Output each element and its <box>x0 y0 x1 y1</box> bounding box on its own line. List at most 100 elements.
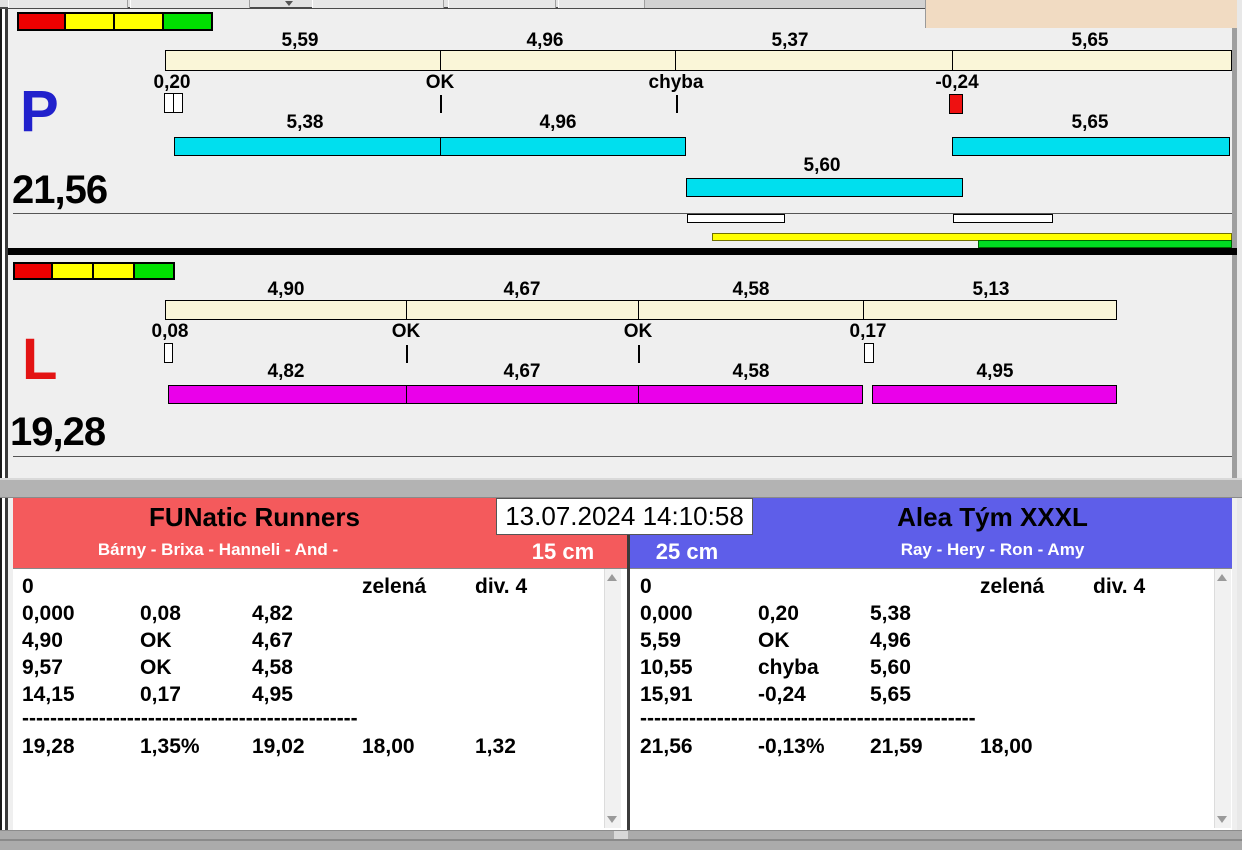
l-lower-bar-seg1 <box>169 386 407 403</box>
p-gap-marker-box <box>164 93 183 113</box>
l-lower-bar-seg4 <box>873 386 1116 403</box>
result-cell: 5,38 <box>870 602 911 625</box>
toolbar-flat-area <box>645 0 925 8</box>
datetime-text: 13.07.2024 14:10:58 <box>505 501 744 531</box>
p-white-range-bar <box>687 214 785 223</box>
result-cell: zelená <box>362 575 427 598</box>
p-offset-bar-seg <box>687 179 962 196</box>
team-right-name: Alea Tým XXXL <box>897 502 1088 532</box>
status-light-green <box>135 262 175 280</box>
p-offset-value: 5,60 <box>803 155 841 176</box>
p-lower-value: 5,38 <box>286 112 324 133</box>
lane-p-status-lights <box>17 12 213 31</box>
app-window: 5,59 4,96 5,37 5,65 0,20 OK chyba -0,24 … <box>0 0 1242 850</box>
scroll-down-icon[interactable] <box>607 816 617 823</box>
p-lower-bar-a <box>174 137 686 156</box>
bottom-status-strip <box>0 830 1242 850</box>
result-separator: ----------------------------------------… <box>22 707 358 730</box>
result-cell: OK <box>140 629 172 652</box>
p-alignment-tick <box>440 95 442 113</box>
p-gap-status: -0,24 <box>935 72 979 93</box>
p-gap-status: 0,20 <box>153 72 191 93</box>
top-toolbar-strip <box>0 0 925 9</box>
l-upper-value: 5,13 <box>972 279 1010 300</box>
team-right-members: Ray - Hery - Ron - Amy <box>900 540 1085 559</box>
l-gap-status: 0,08 <box>151 321 189 342</box>
p-green-range-bar <box>978 240 1232 248</box>
result-cell: 10,55 <box>640 656 693 679</box>
p-upper-bar-seg2 <box>441 51 676 70</box>
summary-cell: 18,00 <box>362 735 415 758</box>
p-fault-marker-box <box>949 94 963 114</box>
result-cell: 4,95 <box>252 683 293 706</box>
status-light-yellow <box>115 12 164 31</box>
l-lower-value: 4,95 <box>976 361 1014 382</box>
l-gap-marker-box <box>164 343 173 363</box>
toolbar-segment <box>312 0 444 8</box>
p-gap-status: OK <box>425 72 455 93</box>
team-right-scrollbar[interactable] <box>1214 569 1231 828</box>
l-alignment-tick <box>406 345 408 363</box>
l-gap-status: OK <box>391 321 421 342</box>
result-cell: 15,91 <box>640 683 693 706</box>
scroll-up-icon[interactable] <box>607 574 617 581</box>
l-subrow-line <box>13 456 1232 457</box>
l-lower-value: 4,67 <box>503 361 541 382</box>
status-light-yellow <box>53 262 94 280</box>
team-left-scrollbar[interactable] <box>604 569 621 828</box>
l-upper-bar-seg4 <box>864 301 1116 319</box>
p-upper-value: 5,65 <box>1071 30 1109 51</box>
result-cell: 0,000 <box>22 602 75 625</box>
p-upper-value: 5,59 <box>281 30 319 51</box>
p-lower-bar-seg4 <box>953 138 1229 155</box>
p-lower-bar-seg2 <box>441 138 685 155</box>
team-left-hurdle-height: 15 cm <box>531 539 595 564</box>
scroll-up-icon[interactable] <box>1217 574 1227 581</box>
result-cell: OK <box>758 629 790 652</box>
result-cell: chyba <box>758 656 819 679</box>
summary-cell: 21,56 <box>640 735 693 758</box>
p-upper-value: 4,96 <box>526 30 564 51</box>
window-right-border <box>1237 0 1242 850</box>
result-cell: 0,08 <box>140 602 181 625</box>
l-upper-value: 4,90 <box>267 279 305 300</box>
lane-l-status-lights <box>13 262 175 280</box>
result-cell: 5,59 <box>640 629 681 652</box>
p-upper-bar <box>165 50 1232 71</box>
summary-cell: -0,13% <box>758 735 825 758</box>
team-left-members: Bárny - Brixa - Hanneli - And - <box>97 540 339 559</box>
team-left-results-box[interactable] <box>13 568 627 830</box>
status-light-red <box>17 12 66 31</box>
resize-notch[interactable] <box>614 831 628 839</box>
p-gap-status: chyba <box>648 72 704 93</box>
l-lower-bar-seg2 <box>407 386 639 403</box>
lane-p-letter: P <box>20 79 59 144</box>
toolbar-segment <box>130 0 250 8</box>
p-lower-bar-seg1 <box>175 138 441 155</box>
titlebar-tan-block <box>925 0 1242 28</box>
result-cell: 4,67 <box>252 629 293 652</box>
result-cell: 5,65 <box>870 683 911 706</box>
result-cell: OK <box>140 656 172 679</box>
p-upper-value: 5,37 <box>771 30 809 51</box>
summary-cell: 1,32 <box>475 735 516 758</box>
lane-l-total: 19,28 <box>10 410 106 454</box>
toolbar-segment <box>558 0 645 8</box>
status-light-yellow <box>66 12 115 31</box>
window-left-border-inner2 <box>5 9 8 850</box>
l-alignment-tick <box>638 345 640 363</box>
l-upper-bar-seg2 <box>407 301 639 319</box>
l-gap-status: 0,17 <box>849 321 887 342</box>
p-lower-value: 5,65 <box>1071 112 1109 133</box>
toolbar-segment <box>8 0 128 8</box>
team-right-results-box[interactable] <box>630 568 1232 830</box>
result-cell: 0,000 <box>640 602 693 625</box>
l-upper-bar-seg1 <box>166 301 407 319</box>
result-cell: 4,90 <box>22 629 63 652</box>
p-upper-bar-seg4 <box>953 51 1231 70</box>
result-cell: zelená <box>980 575 1045 598</box>
horizontal-splitter[interactable] <box>0 478 1242 498</box>
l-lower-bar-a <box>168 385 863 404</box>
result-separator: ----------------------------------------… <box>640 707 976 730</box>
scroll-down-icon[interactable] <box>1217 816 1227 823</box>
